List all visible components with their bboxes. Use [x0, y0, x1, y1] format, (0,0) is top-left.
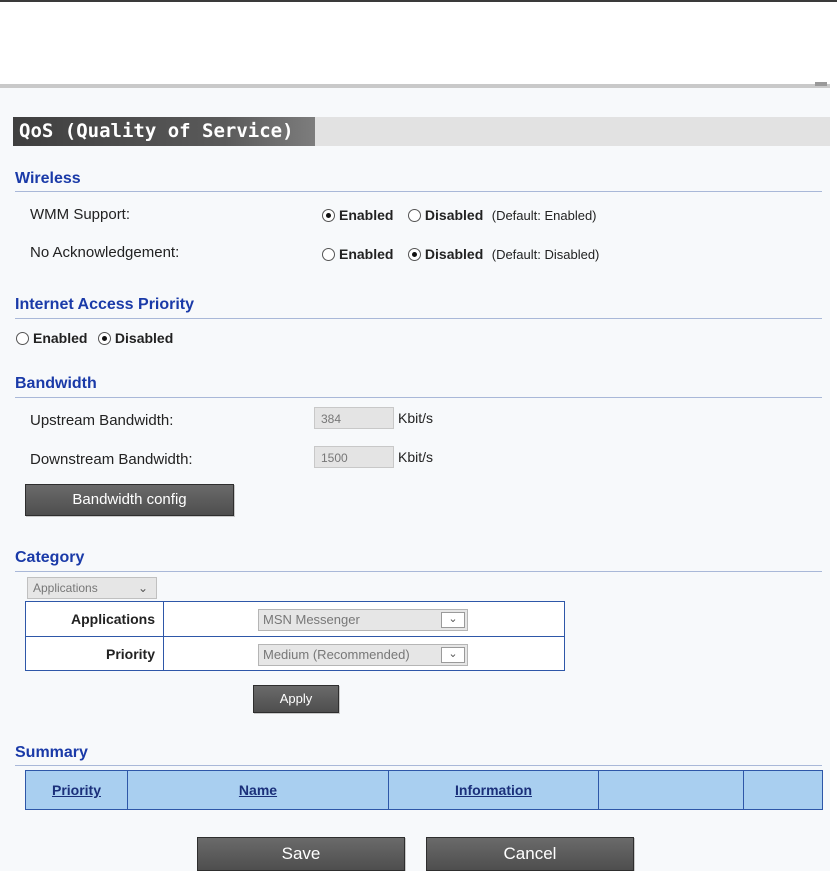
iap-enabled-label: Enabled: [33, 330, 88, 346]
wmm-enabled-label: Enabled: [339, 207, 394, 223]
wmm-default-note: (Default: Enabled): [491, 208, 597, 223]
summary-col-information[interactable]: Information: [389, 771, 599, 809]
category-row-priority: Priority Medium (Recommended) ⌄: [26, 636, 564, 671]
downstream-bandwidth-label: Downstream Bandwidth:: [30, 451, 193, 468]
section-category-rule: [15, 571, 822, 572]
wmm-support-label: WMM Support:: [30, 206, 131, 223]
summary-col-name[interactable]: Name: [128, 771, 389, 809]
summary-col-extra-1: [599, 771, 744, 809]
category-type-value: Applications: [33, 581, 98, 595]
chevron-down-icon: ⌄: [441, 647, 465, 663]
no-ack-enabled-label: Enabled: [339, 246, 394, 262]
no-ack-disabled-label: Disabled: [424, 246, 484, 262]
section-category-heading: Category: [15, 549, 85, 566]
priority-label: Priority: [26, 637, 164, 671]
section-internet-access-priority-heading: Internet Access Priority: [15, 296, 195, 313]
downstream-unit: Kbit/s: [398, 449, 434, 465]
section-bandwidth-heading: Bandwidth: [15, 375, 97, 392]
no-ack-label: No Acknowledgement:: [30, 244, 180, 261]
category-row-applications: Applications MSN Messenger ⌄: [26, 602, 564, 636]
qos-panel: [0, 84, 830, 871]
wmm-enabled-radio[interactable]: [322, 209, 335, 222]
iap-disabled-label: Disabled: [114, 330, 174, 346]
summary-col-extra-2: [744, 771, 822, 809]
chevron-down-icon: ⌄: [137, 581, 148, 595]
section-bandwidth-rule: [15, 397, 822, 398]
category-table: Applications MSN Messenger ⌄ Priority Me…: [25, 601, 565, 671]
applications-value: MSN Messenger: [263, 612, 360, 627]
applications-label: Applications: [26, 602, 164, 636]
section-summary-rule: [15, 765, 822, 766]
upstream-unit: Kbit/s: [398, 410, 434, 426]
section-wireless-rule: [15, 191, 822, 192]
save-button[interactable]: Save: [197, 837, 405, 871]
top-border: [0, 0, 837, 2]
applications-select[interactable]: MSN Messenger ⌄: [258, 609, 468, 631]
priority-value: Medium (Recommended): [263, 647, 410, 662]
wmm-disabled-radio[interactable]: [407, 209, 421, 222]
summary-col-priority[interactable]: Priority: [26, 771, 128, 809]
priority-select[interactable]: Medium (Recommended) ⌄: [258, 644, 468, 666]
internet-access-priority-radio-group: Enabled Disabled: [16, 330, 183, 348]
chevron-down-icon: ⌄: [441, 612, 465, 628]
cancel-button[interactable]: Cancel: [426, 837, 634, 871]
iap-enabled-radio[interactable]: [16, 332, 29, 345]
iap-disabled-radio[interactable]: [97, 332, 111, 345]
page-title: QoS (Quality of Service): [13, 117, 315, 146]
downstream-bandwidth-input[interactable]: 1500: [314, 446, 394, 468]
upstream-bandwidth-input[interactable]: 384: [314, 407, 394, 429]
wmm-support-radio-group: Enabled Disabled (Default: Enabled): [322, 207, 597, 225]
upstream-bandwidth-label: Upstream Bandwidth:: [30, 412, 174, 429]
summary-table: Priority Name Information: [25, 770, 823, 810]
section-internet-access-priority-rule: [15, 318, 822, 319]
no-ack-disabled-radio[interactable]: [407, 248, 421, 261]
section-summary-heading: Summary: [15, 744, 88, 761]
title-bar-extension: [315, 117, 830, 146]
section-wireless-heading: Wireless: [15, 170, 81, 187]
no-ack-enabled-radio[interactable]: [322, 248, 335, 261]
bandwidth-config-button[interactable]: Bandwidth config: [25, 484, 234, 516]
no-ack-default-note: (Default: Disabled): [491, 247, 600, 262]
category-type-select[interactable]: Applications ⌄: [27, 577, 157, 599]
wmm-disabled-label: Disabled: [424, 207, 484, 223]
no-ack-radio-group: Enabled Disabled (Default: Disabled): [322, 246, 599, 264]
apply-button[interactable]: Apply: [253, 685, 339, 713]
panel-corner-mark: [815, 82, 827, 86]
